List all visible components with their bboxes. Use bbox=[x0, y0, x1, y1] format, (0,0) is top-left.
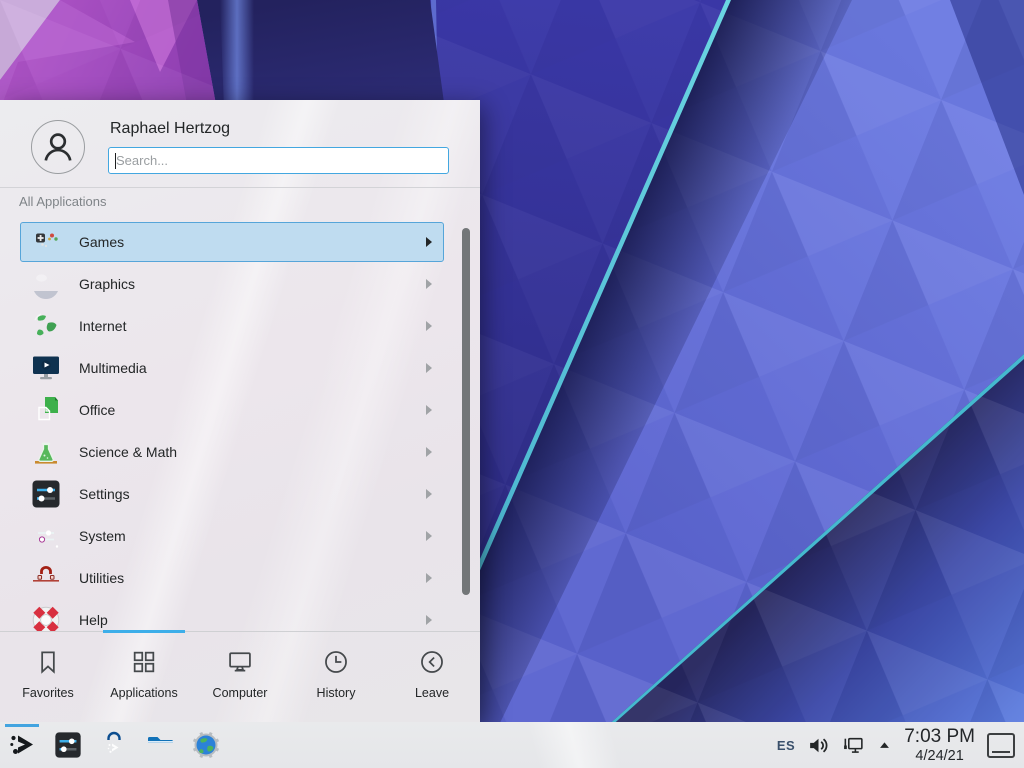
person-icon bbox=[39, 128, 77, 166]
submenu-arrow-icon bbox=[426, 321, 432, 331]
submenu-arrow-icon bbox=[426, 279, 432, 289]
category-label: Science & Math bbox=[79, 444, 177, 460]
submenu-arrow-icon bbox=[426, 405, 432, 415]
submenu-arrow-icon bbox=[426, 615, 432, 625]
multimedia-monitor-icon bbox=[30, 352, 62, 384]
application-launcher-menu: Raphael Hertzog All Applications Games G… bbox=[0, 100, 480, 722]
tab-label: Leave bbox=[415, 686, 449, 700]
category-label: Games bbox=[79, 234, 124, 250]
submenu-arrow-icon bbox=[426, 531, 432, 541]
category-row-help[interactable]: Help bbox=[20, 600, 444, 631]
tab-computer[interactable]: Computer bbox=[192, 632, 288, 722]
taskbar-panel: ES 7:03 PM 4/24/21 bbox=[0, 722, 1024, 768]
gamepad-icon bbox=[30, 226, 62, 258]
bookmark-icon bbox=[34, 648, 62, 676]
launcher-header: Raphael Hertzog bbox=[0, 100, 480, 187]
category-label: System bbox=[79, 528, 126, 544]
user-avatar[interactable] bbox=[31, 120, 85, 174]
category-row-utilities[interactable]: Utilities bbox=[20, 558, 444, 598]
settings-sliders-icon bbox=[53, 730, 83, 760]
leave-circle-icon bbox=[418, 648, 446, 676]
submenu-arrow-icon bbox=[426, 447, 432, 457]
clock-date: 4/24/21 bbox=[904, 749, 975, 764]
category-label: Help bbox=[79, 612, 108, 628]
tab-leave[interactable]: Leave bbox=[384, 632, 480, 722]
tab-label: Applications bbox=[110, 686, 177, 700]
category-row-internet[interactable]: Internet bbox=[20, 306, 444, 346]
category-row-games[interactable]: Games bbox=[20, 222, 444, 262]
science-flask-icon bbox=[30, 436, 62, 468]
category-label: Internet bbox=[79, 318, 126, 334]
expand-caret-icon[interactable] bbox=[877, 738, 892, 753]
appstore-bag-icon bbox=[99, 730, 129, 760]
tab-label: Computer bbox=[213, 686, 268, 700]
digital-clock[interactable]: 7:03 PM 4/24/21 bbox=[904, 727, 975, 764]
toolbox-icon bbox=[30, 562, 62, 594]
category-label: Graphics bbox=[79, 276, 135, 292]
category-row-science-math[interactable]: Science & Math bbox=[20, 432, 444, 472]
tab-label: History bbox=[317, 686, 356, 700]
application-launcher-button[interactable] bbox=[7, 730, 37, 760]
category-row-office[interactable]: Office bbox=[20, 390, 444, 430]
tab-label: Favorites bbox=[22, 686, 73, 700]
computer-monitor-icon bbox=[226, 648, 254, 676]
show-desktop-button[interactable] bbox=[987, 733, 1015, 758]
category-row-graphics[interactable]: Graphics bbox=[20, 264, 444, 304]
section-label: All Applications bbox=[19, 194, 106, 209]
launcher-tabbar: Favorites Applications Computer History … bbox=[0, 631, 480, 722]
history-clock-icon bbox=[322, 648, 350, 676]
system-gradient-icon bbox=[30, 520, 62, 552]
category-label: Multimedia bbox=[79, 360, 147, 376]
submenu-arrow-icon bbox=[426, 489, 432, 499]
keyboard-layout-indicator[interactable]: ES bbox=[777, 738, 795, 753]
search-input[interactable] bbox=[116, 153, 448, 168]
category-label: Utilities bbox=[79, 570, 124, 586]
user-name: Raphael Hertzog bbox=[110, 120, 230, 138]
tab-favorites[interactable]: Favorites bbox=[0, 632, 96, 722]
submenu-arrow-icon bbox=[426, 573, 432, 583]
category-label: Settings bbox=[79, 486, 130, 502]
app-grid-icon bbox=[130, 648, 158, 676]
clock-time: 7:03 PM bbox=[904, 727, 975, 746]
category-row-settings[interactable]: Settings bbox=[20, 474, 444, 514]
settings-sliders-icon bbox=[30, 478, 62, 510]
lifebuoy-icon bbox=[30, 604, 62, 631]
search-box[interactable] bbox=[108, 147, 449, 174]
category-list: Games Graphics Internet Multimedia Offic bbox=[0, 222, 480, 631]
software-store-button[interactable] bbox=[99, 730, 129, 760]
desktop: Raphael Hertzog All Applications Games G… bbox=[0, 0, 1024, 768]
file-manager-button[interactable] bbox=[145, 730, 175, 760]
tab-history[interactable]: History bbox=[288, 632, 384, 722]
volume-icon[interactable] bbox=[807, 734, 830, 757]
office-documents-icon bbox=[30, 394, 62, 426]
category-row-system[interactable]: System bbox=[20, 516, 444, 556]
pinned-apps bbox=[0, 730, 221, 760]
graphics-sphere-icon bbox=[30, 268, 62, 300]
submenu-arrow-icon bbox=[426, 363, 432, 373]
list-scrollbar[interactable] bbox=[462, 228, 470, 595]
system-tray: ES 7:03 PM 4/24/21 bbox=[777, 727, 1024, 764]
globe-icon bbox=[30, 310, 62, 342]
category-row-multimedia[interactable]: Multimedia bbox=[20, 348, 444, 388]
folder-icon bbox=[145, 730, 175, 760]
tab-applications[interactable]: Applications bbox=[96, 632, 192, 722]
network-icon[interactable] bbox=[842, 734, 865, 757]
system-settings-button[interactable] bbox=[53, 730, 83, 760]
header-separator bbox=[0, 187, 480, 188]
category-label: Office bbox=[79, 402, 115, 418]
submenu-arrow-icon bbox=[426, 237, 432, 247]
kali-menu-icon bbox=[7, 730, 37, 760]
web-browser-button[interactable] bbox=[191, 730, 221, 760]
globe-gear-icon bbox=[191, 730, 221, 760]
